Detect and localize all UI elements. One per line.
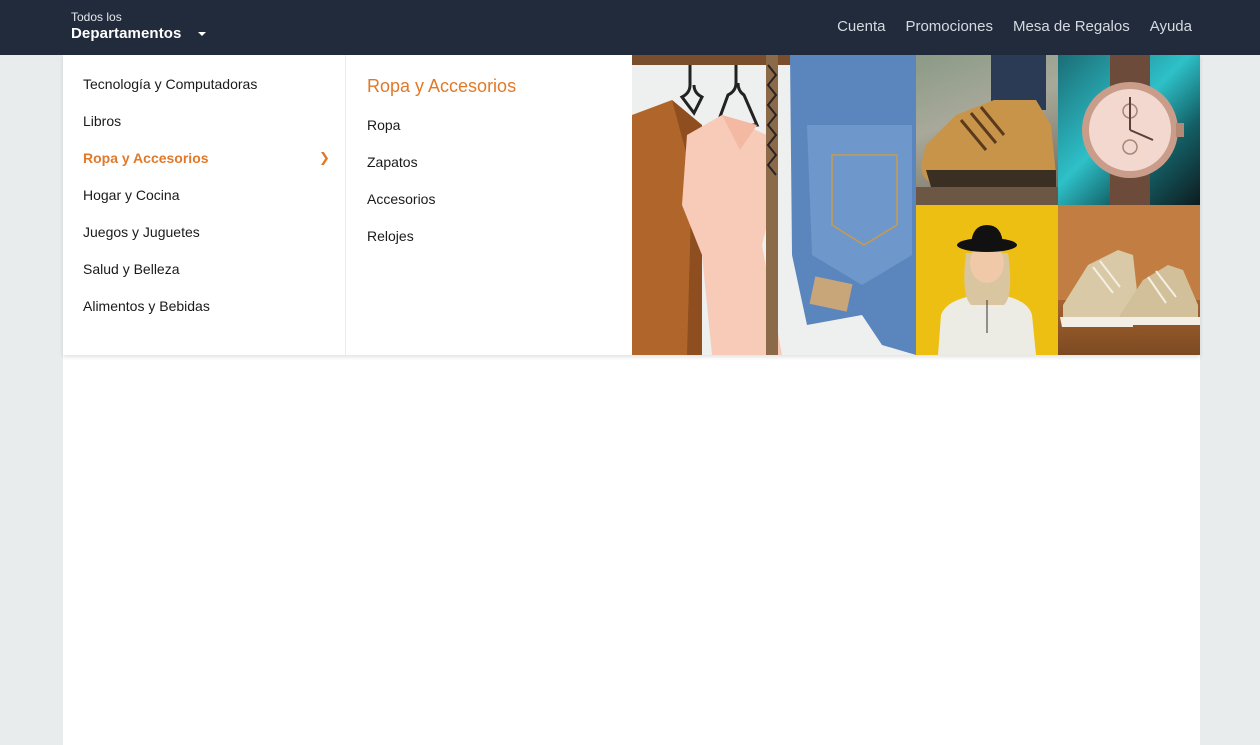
departments-label: Departamentos [71,25,182,42]
woman-with-hat-image [916,205,1058,355]
nav-link-mesa-de-regalos[interactable]: Mesa de Regalos [1013,18,1130,36]
subcategory-column: Ropa y Accesorios Ropa Zapatos Accesorio… [347,55,632,355]
category-list-column: Tecnología y Computadoras Libros Ropa y … [63,55,346,355]
subcategory-item-accesorios[interactable]: Accesorios [367,191,435,228]
departments-dropdown[interactable]: Todos los Departamentos [71,10,206,43]
clothes-rack-image [632,55,916,355]
departments-label-small: Todos los [71,10,122,24]
nav-link-promociones[interactable]: Promociones [905,18,993,36]
wristwatch-image [1058,55,1200,205]
subcategory-item-relojes[interactable]: Relojes [367,228,435,265]
subcategory-item-ropa[interactable]: Ropa [367,117,435,154]
top-navigation-bar: Todos los Departamentos Cuenta Promocion… [0,0,1260,55]
category-item-libros[interactable]: Libros [63,113,345,150]
category-item-tecnologia[interactable]: Tecnología y Computadoras [63,76,345,113]
category-item-ropa-y-accesorios[interactable]: Ropa y Accesorios ❯ [63,150,345,187]
category-item-alimentos-y-bebidas[interactable]: Alimentos y Bebidas [63,298,345,335]
chevron-right-icon: ❯ [319,150,330,165]
category-label: Alimentos y Bebidas [83,298,210,314]
departments-mega-menu: Tecnología y Computadoras Libros Ropa y … [63,55,1200,355]
subcategory-item-zapatos[interactable]: Zapatos [367,154,435,191]
promo-image-collage [632,55,1200,355]
nav-link-ayuda[interactable]: Ayuda [1150,18,1192,36]
caret-down-icon [198,32,206,36]
category-label: Salud y Belleza [83,261,180,277]
canvas-sneakers-image [1058,205,1200,355]
category-label: Libros [83,113,122,129]
nav-link-cuenta[interactable]: Cuenta [837,18,885,36]
category-label: Tecnología y Computadoras [83,76,258,92]
hiking-boot-image [916,55,1058,205]
top-links: Cuenta Promociones Mesa de Regalos Ayuda [837,18,1192,36]
category-label: Ropa y Accesorios [83,150,209,166]
category-label: Hogar y Cocina [83,187,180,203]
category-item-hogar-y-cocina[interactable]: Hogar y Cocina [63,187,345,224]
category-label: Juegos y Juguetes [83,224,200,240]
category-item-juegos-y-juguetes[interactable]: Juegos y Juguetes [63,224,345,261]
category-item-salud-y-belleza[interactable]: Salud y Belleza [63,261,345,298]
subcategory-title[interactable]: Ropa y Accesorios [367,76,516,97]
